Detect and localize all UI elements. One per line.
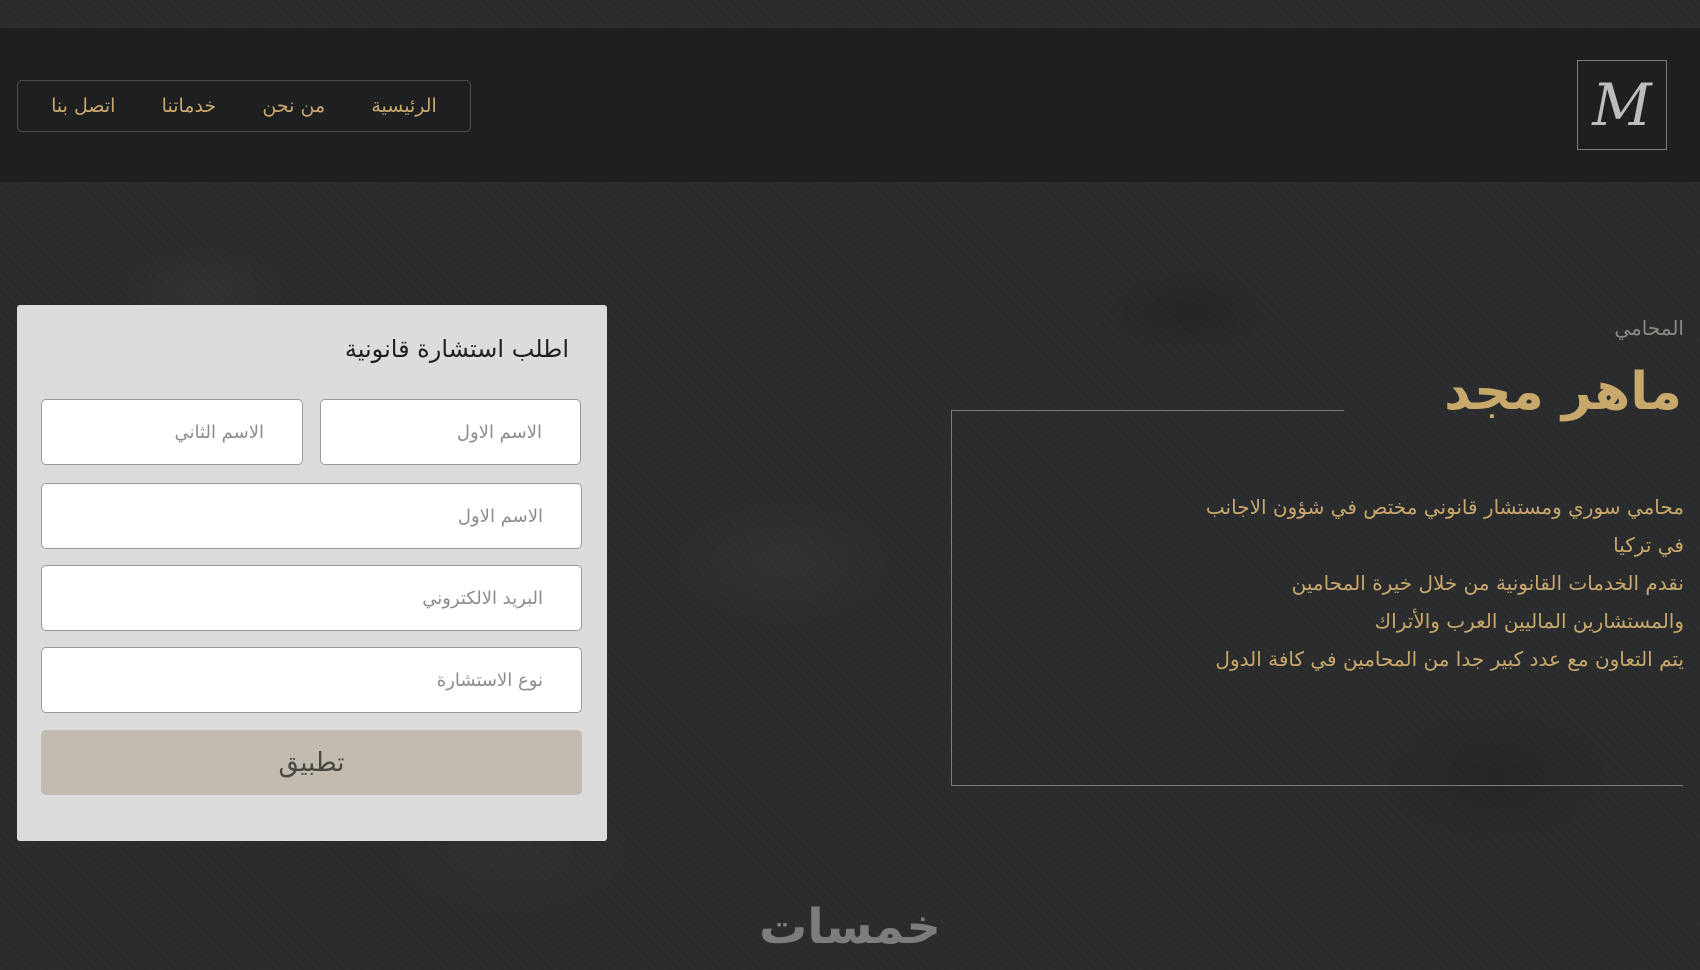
nav-home[interactable]: الرئيسية [371,95,436,117]
form-title: اطلب استشارة قانونية [344,335,569,363]
nav-services[interactable]: خدماتنا [162,95,217,117]
hero-subtitle: المحامي [1614,316,1684,340]
hero-line: يتم التعاون مع عدد كبير جدا من المحامين … [1215,647,1684,671]
main-nav: الرئيسية من نحن خدماتنا اتصل بنا [17,80,471,132]
submit-button[interactable]: تطبيق [41,730,582,795]
hero-frame-top-line [951,410,1344,411]
hero-line: والمستشارين الماليين العرب والأتراك [1374,609,1684,633]
logo-letter: M [1592,71,1652,139]
last-name-input[interactable] [41,399,303,465]
nav-contact[interactable]: اتصل بنا [51,95,115,117]
first-name-input[interactable] [320,399,581,465]
full-name-input[interactable] [41,483,582,549]
hero-title: ماهر مجد [1444,362,1682,422]
hero-line: نقدم الخدمات القانونية من خلال خيرة المح… [1291,571,1684,595]
top-strip [0,0,1700,28]
hero-line: في تركيا [1613,533,1684,557]
nav-about[interactable]: من نحن [262,95,325,117]
logo[interactable]: M [1577,60,1667,150]
site-header: M الرئيسية من نحن خدماتنا اتصل بنا [0,28,1700,182]
watermark-logo: خمسات [759,899,941,955]
consultation-type-input[interactable] [41,647,582,713]
email-input[interactable] [41,565,582,631]
hero-line: محامي سوري ومستشار قانوني مختص في شؤون ا… [1205,495,1684,519]
hero-description: محامي سوري ومستشار قانوني مختص في شؤون ا… [1064,488,1684,678]
consultation-form: اطلب استشارة قانونية تطبيق [17,305,607,841]
